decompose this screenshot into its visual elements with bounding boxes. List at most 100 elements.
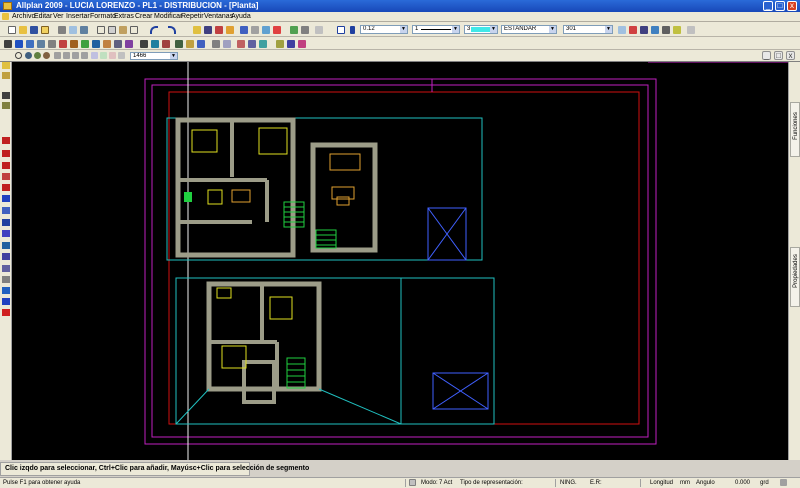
viewport-minimize-button[interactable]: _	[762, 51, 771, 60]
render-icon[interactable]	[103, 40, 111, 48]
zoom-in-icon[interactable]	[34, 52, 41, 59]
open-project-icon[interactable]	[226, 26, 234, 34]
fillet-tool-icon[interactable]	[2, 287, 10, 294]
cut-icon[interactable]	[97, 26, 105, 34]
delete-icon[interactable]	[130, 26, 138, 34]
dimension-icon[interactable]	[151, 40, 159, 48]
viewport-close-button[interactable]: x	[786, 51, 795, 60]
pattern-select[interactable]: 301 ▼	[563, 25, 613, 34]
layer-select[interactable]: ESTANDAR ▼	[501, 25, 557, 34]
select-icon[interactable]	[4, 40, 12, 48]
extend-tool-icon[interactable]	[2, 242, 10, 249]
tab-funciones[interactable]: Funciones	[790, 102, 800, 157]
pan-up-icon[interactable]	[72, 52, 79, 59]
menu-extras[interactable]: Extras	[114, 12, 134, 22]
section-icon[interactable]	[114, 40, 122, 48]
window-tool-icon[interactable]	[2, 102, 10, 109]
text-icon[interactable]	[140, 40, 148, 48]
document-icon[interactable]	[2, 13, 9, 20]
properties-icon[interactable]	[251, 26, 259, 34]
fileset-icon[interactable]	[215, 26, 223, 34]
menu-ventanas[interactable]: Ventanas	[204, 12, 233, 22]
menu-repetir[interactable]: Repetir	[181, 12, 204, 22]
style-icon[interactable]	[651, 26, 659, 34]
viewport-maximize-button[interactable]: □	[774, 51, 783, 60]
menu-ver[interactable]: Ver	[53, 12, 64, 22]
line-style-icon[interactable]	[662, 26, 670, 34]
symbol-icon[interactable]	[197, 40, 205, 48]
pan-left-icon[interactable]	[54, 52, 61, 59]
move-tool-icon[interactable]	[2, 195, 10, 202]
stretch-tool-icon[interactable]	[2, 253, 10, 260]
layer-icon[interactable]	[193, 26, 201, 34]
grid-toggle-icon[interactable]	[409, 479, 416, 486]
save-icon[interactable]	[30, 26, 38, 34]
hatch-icon[interactable]	[162, 40, 170, 48]
globe-icon[interactable]	[290, 26, 298, 34]
view-icon[interactable]	[91, 52, 98, 59]
view-2-icon[interactable]	[100, 52, 107, 59]
copy-icon[interactable]	[108, 26, 116, 34]
ifc-icon[interactable]	[287, 40, 295, 48]
regen-icon[interactable]	[37, 40, 45, 48]
polyline-tool-icon[interactable]	[2, 150, 10, 157]
zoom-window-icon[interactable]	[25, 52, 32, 59]
animation-icon[interactable]	[92, 40, 100, 48]
grid-icon[interactable]	[125, 40, 133, 48]
paste-icon[interactable]	[119, 26, 127, 34]
pencil-icon[interactable]	[350, 26, 355, 34]
menu-ayuda[interactable]: Ayuda	[231, 12, 251, 22]
drawing-canvas[interactable]	[12, 62, 788, 460]
pen-thickness-select[interactable]: 0.12 ▼	[360, 25, 408, 34]
extra-icon[interactable]	[687, 26, 695, 34]
crosshair-icon[interactable]	[15, 52, 22, 59]
mirror-tool-icon[interactable]	[2, 219, 10, 226]
window-icon[interactable]	[48, 40, 56, 48]
view-3d-icon[interactable]	[70, 40, 78, 48]
find-icon[interactable]	[237, 40, 245, 48]
report-icon[interactable]	[276, 40, 284, 48]
object-icon[interactable]	[315, 26, 323, 34]
zoom-icon[interactable]	[15, 40, 23, 48]
help-icon[interactable]	[273, 26, 281, 34]
tab-propiedades[interactable]: Propiedades	[790, 247, 800, 307]
open-folder-icon[interactable]	[19, 26, 27, 34]
measure-icon[interactable]	[248, 40, 256, 48]
scale-tool-icon[interactable]	[2, 265, 10, 272]
fill-icon[interactable]	[175, 40, 183, 48]
print-preview-icon[interactable]	[69, 26, 77, 34]
minimize-button[interactable]: _	[763, 1, 773, 11]
menu-crear[interactable]: Crear	[135, 12, 153, 22]
redo-icon[interactable]	[168, 26, 176, 34]
pattern-icon[interactable]	[186, 40, 194, 48]
view-4-icon[interactable]	[118, 52, 125, 59]
pan-down-icon[interactable]	[81, 52, 88, 59]
menu-insertar[interactable]: Insertar	[66, 12, 90, 22]
menu-formato[interactable]: Formato	[90, 12, 116, 22]
assistant-icon[interactable]	[301, 26, 309, 34]
array-tool-icon[interactable]	[2, 276, 10, 283]
chamfer-tool-icon[interactable]	[2, 298, 10, 305]
area-style-icon[interactable]	[673, 26, 681, 34]
menu-archivo[interactable]: Archivo	[12, 12, 35, 22]
export-icon[interactable]	[298, 40, 306, 48]
line-type-select[interactable]: 1 ▼	[412, 25, 460, 34]
drawing-files-icon[interactable]	[204, 26, 212, 34]
line-tool-icon[interactable]	[2, 137, 10, 144]
door-tool-icon[interactable]	[2, 92, 10, 99]
attribute-icon[interactable]	[629, 26, 637, 34]
rotate-tool-icon[interactable]	[2, 207, 10, 214]
offset-tool-icon[interactable]	[2, 184, 10, 191]
trim-tool-icon[interactable]	[2, 230, 10, 237]
undo-icon[interactable]	[150, 26, 158, 34]
scale-select[interactable]: 1466 ▼	[130, 52, 178, 60]
menu-editar[interactable]: Editar	[34, 12, 52, 22]
allplan-app-icon[interactable]	[3, 2, 12, 10]
menu-modificar[interactable]: Modificar	[154, 12, 182, 22]
pan-icon[interactable]	[26, 40, 34, 48]
navigator-icon[interactable]	[240, 26, 248, 34]
view-3-icon[interactable]	[109, 52, 116, 59]
layer-status-icon[interactable]	[640, 26, 648, 34]
format-painter-icon[interactable]	[618, 26, 626, 34]
plot-icon[interactable]	[80, 26, 88, 34]
